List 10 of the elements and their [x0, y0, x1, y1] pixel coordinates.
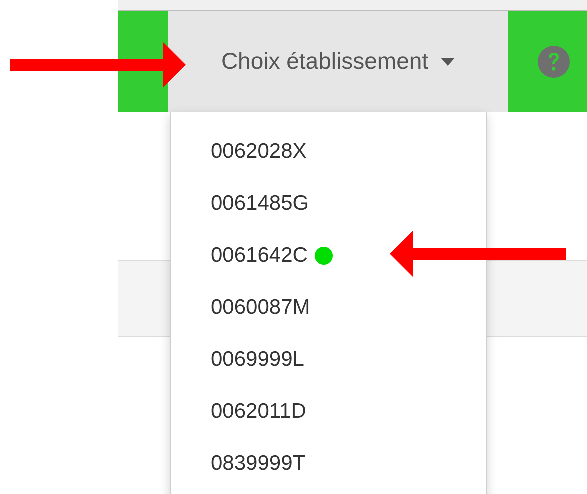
menu-item[interactable]: 0061642C	[211, 240, 308, 272]
menu-item[interactable]: 0062028X	[211, 136, 307, 168]
menu-item[interactable]: 0061485G	[211, 188, 310, 220]
menu-item[interactable]: 0060087M	[211, 292, 310, 324]
menu-item[interactable]: 0069999L	[211, 344, 304, 376]
help-icon[interactable]	[538, 46, 570, 78]
dropdown-toggle[interactable]: Choix établissement	[168, 11, 508, 112]
menu-item[interactable]: 0062011D	[211, 396, 306, 428]
menu-item[interactable]: 0839999T	[211, 448, 306, 480]
caret-icon	[440, 58, 455, 66]
